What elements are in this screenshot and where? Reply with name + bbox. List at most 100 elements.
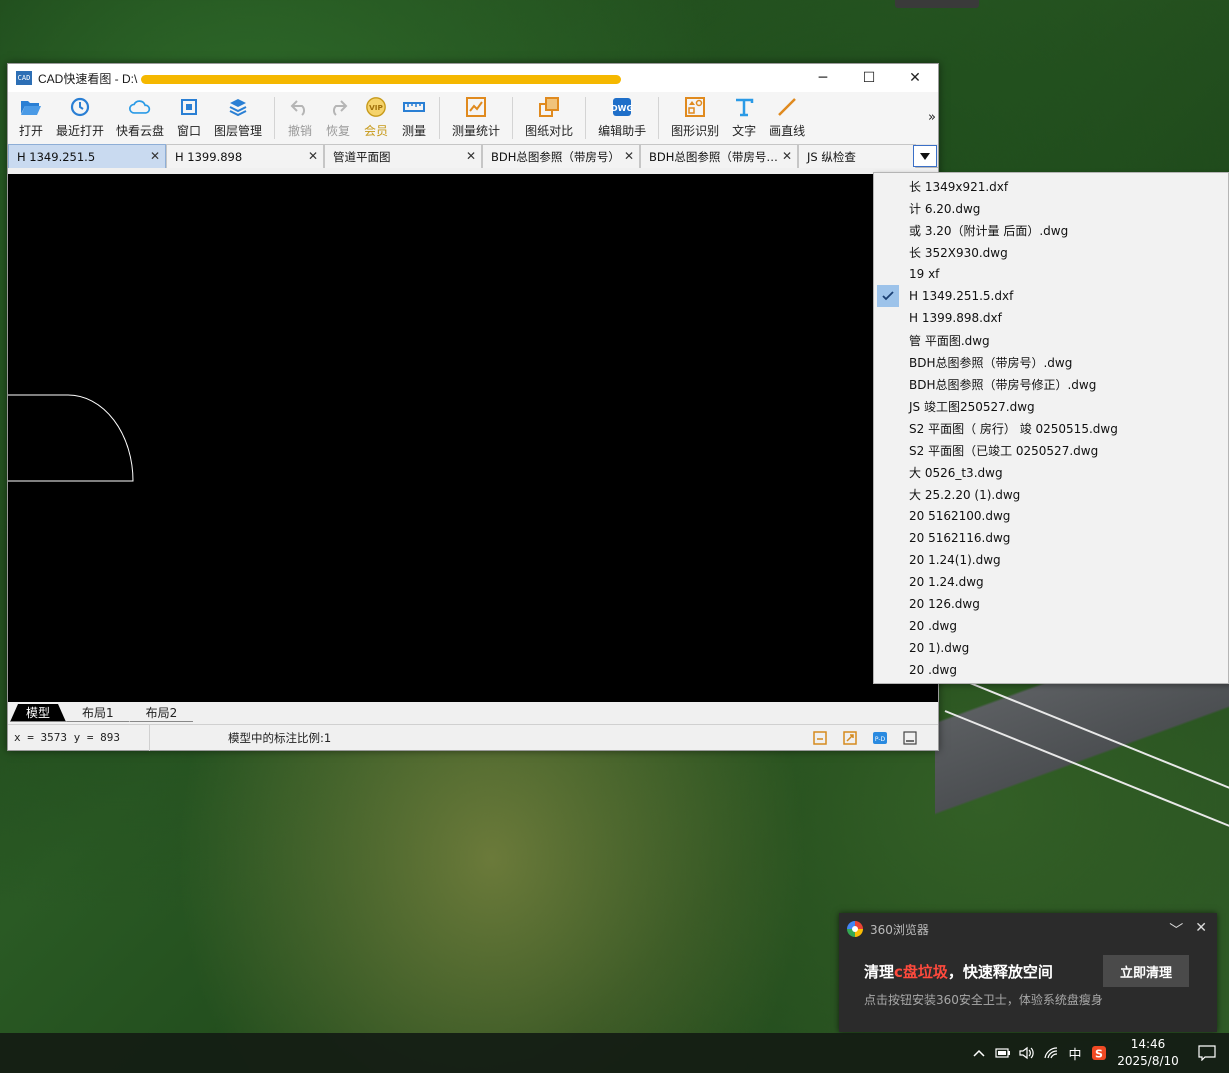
file-name: 长 352X930.dwg: [909, 245, 1008, 260]
main-toolbar: 打开 最近打开 快看云盘 窗口 图层管理 撤销 恢复 VIP 会员 测量 测量统…: [8, 92, 938, 144]
compare-icon: [538, 96, 560, 118]
cad-viewer-window: CAD CAD快速看图 - D:\ ─ ☐ ✕ 打开 最近打开 快看云盘 窗口 …: [7, 63, 939, 751]
file-list-item[interactable]: 长 1349x921.dxf: [874, 175, 1228, 197]
close-button[interactable]: ✕: [892, 64, 938, 92]
folder-open-icon: [20, 96, 42, 118]
file-list-item[interactable]: JS 竣工图250527.dwg: [874, 395, 1228, 417]
file-list-item[interactable]: H 1349.251.5.dxf: [874, 285, 1228, 307]
document-tab[interactable]: H 1349.251.5 ✕: [8, 144, 166, 168]
edit-assistant-button[interactable]: DWG 编辑助手: [592, 92, 652, 139]
checkmark-icon: [877, 637, 899, 659]
sogou-input-icon[interactable]: S: [1087, 1033, 1111, 1073]
drawing-canvas[interactable]: [8, 174, 938, 702]
svg-text:DWG: DWG: [611, 104, 633, 113]
toast-app-name: 360浏览器: [870, 922, 929, 937]
recent-open-button[interactable]: 最近打开: [50, 92, 110, 139]
document-tab[interactable]: 管道平面图 ✕: [324, 144, 482, 168]
system-clock[interactable]: 14:46 2025/8/10: [1117, 1036, 1179, 1070]
file-list-item[interactable]: 大 25.2.20 (1).dwg: [874, 483, 1228, 505]
tab-layout2[interactable]: 布局2: [130, 704, 194, 722]
checkmark-icon: [877, 461, 899, 483]
file-list-item[interactable]: 20 5162100.dwg: [874, 505, 1228, 527]
measure-stats-button[interactable]: 测量统计: [446, 92, 506, 139]
file-list-item[interactable]: 19 xf: [874, 263, 1228, 285]
file-name: 长 1349x921.dxf: [909, 179, 1009, 194]
panel-toggle-icon[interactable]: [902, 730, 918, 746]
file-name: 大 25.2.20 (1).dwg: [909, 487, 1021, 502]
clean-now-button[interactable]: 立即清理: [1103, 955, 1189, 987]
measure-button[interactable]: 测量: [395, 92, 433, 139]
undo-button[interactable]: 撤销: [281, 92, 319, 139]
checkmark-icon: [877, 571, 899, 593]
file-list-item[interactable]: 或 3.20（附计量 后面）.dwg: [874, 219, 1228, 241]
file-list-item[interactable]: 管 平面图.dwg: [874, 329, 1228, 351]
cloud-drive-button[interactable]: 快看云盘: [110, 92, 170, 139]
file-list-item[interactable]: S2 平面图（ 房行） 竣 0250515.dwg: [874, 417, 1228, 439]
close-icon[interactable]: ✕: [308, 149, 318, 163]
file-list-item[interactable]: BDH总图参照（带房号修正）.dwg: [874, 373, 1228, 395]
document-tab[interactable]: BDH总图参照（带房号… ✕: [640, 144, 798, 168]
tab-model[interactable]: 模型: [10, 704, 66, 722]
file-list-item[interactable]: 20 .dwg: [874, 659, 1228, 681]
tab-label: JS 纵检查: [807, 149, 856, 164]
file-list-item[interactable]: BDH总图参照（带房号）.dwg: [874, 351, 1228, 373]
text-button[interactable]: 文字: [725, 92, 763, 139]
file-list-item[interactable]: 20 5162116.dwg: [874, 527, 1228, 549]
close-icon[interactable]: ✕: [1195, 920, 1207, 940]
pdf-convert-icon[interactable]: P-D: [872, 730, 888, 746]
shape-recognition-button[interactable]: 图形识别: [665, 92, 725, 139]
file-list-item[interactable]: 长 352X930.dwg: [874, 241, 1228, 263]
tab-list-dropdown-button[interactable]: [913, 145, 937, 167]
volume-icon[interactable]: [1015, 1033, 1039, 1073]
measure-stats-icon: [465, 96, 487, 118]
maximize-button[interactable]: ☐: [846, 64, 892, 92]
file-list-item[interactable]: 20 1.24(1).dwg: [874, 549, 1228, 571]
open-button[interactable]: 打开: [12, 92, 50, 139]
close-icon[interactable]: ✕: [624, 149, 634, 163]
checkmark-icon: [877, 549, 899, 571]
ime-indicator[interactable]: 中: [1063, 1033, 1087, 1073]
export-icon[interactable]: [842, 730, 858, 746]
file-list-item[interactable]: S2 平面图（已竣工 0250527.dwg: [874, 439, 1228, 461]
checkmark-icon: [877, 197, 899, 219]
close-icon[interactable]: ✕: [466, 149, 476, 163]
file-name: 20 1).dwg: [909, 641, 970, 655]
layer-manager-button[interactable]: 图层管理: [208, 92, 268, 139]
checkmark-icon: [877, 241, 899, 263]
chevron-down-icon[interactable]: ﹀: [1169, 920, 1183, 940]
close-icon[interactable]: ✕: [782, 149, 792, 163]
battery-icon[interactable]: [991, 1033, 1015, 1073]
vip-label: 会员: [364, 124, 389, 138]
redo-button[interactable]: 恢复: [319, 92, 357, 139]
file-list-item[interactable]: 大 0526_t3.dwg: [874, 461, 1228, 483]
close-icon[interactable]: ✕: [150, 149, 160, 163]
print-icon[interactable]: [812, 730, 828, 746]
file-list-item[interactable]: 计 6.20.dwg: [874, 197, 1228, 219]
system-tray: 中 S 14:46 2025/8/10: [967, 1033, 1229, 1073]
toast-title-highlight: c盘垃圾: [894, 963, 948, 981]
file-name: 20 5162100.dwg: [909, 509, 1011, 523]
file-name: 大 0526_t3.dwg: [909, 465, 1003, 480]
svg-text:P-D: P-D: [875, 736, 886, 743]
notification-center-icon[interactable]: [1185, 1033, 1229, 1073]
document-tab[interactable]: JS 纵检查: [798, 144, 916, 168]
file-list-item[interactable]: 20 126.dwg: [874, 593, 1228, 615]
tab-layout1[interactable]: 布局1: [66, 704, 130, 722]
draw-line-button[interactable]: 画直线: [763, 92, 811, 139]
document-tab[interactable]: H 1399.898 ✕: [166, 144, 324, 168]
file-list-item[interactable]: 20 1).dwg: [874, 637, 1228, 659]
chevron-up-icon[interactable]: [967, 1033, 991, 1073]
layers-icon: [227, 96, 249, 118]
minimize-button[interactable]: ─: [800, 64, 846, 92]
file-list-item[interactable]: 20 1.24.dwg: [874, 571, 1228, 593]
toolbar-more-button[interactable]: »: [928, 110, 936, 125]
drawing-compare-button[interactable]: 图纸对比: [519, 92, 579, 139]
title-bar[interactable]: CAD CAD快速看图 - D:\ ─ ☐ ✕: [8, 64, 938, 92]
document-tab[interactable]: BDH总图参照（带房号） ✕: [482, 144, 640, 168]
file-list-item[interactable]: H 1399.898.dxf: [874, 307, 1228, 329]
status-icons: P-D: [812, 730, 918, 746]
vip-button[interactable]: VIP 会员: [357, 92, 395, 139]
window-button[interactable]: 窗口: [170, 92, 208, 139]
file-list-item[interactable]: 20 .dwg: [874, 615, 1228, 637]
wifi-icon[interactable]: [1039, 1033, 1063, 1073]
